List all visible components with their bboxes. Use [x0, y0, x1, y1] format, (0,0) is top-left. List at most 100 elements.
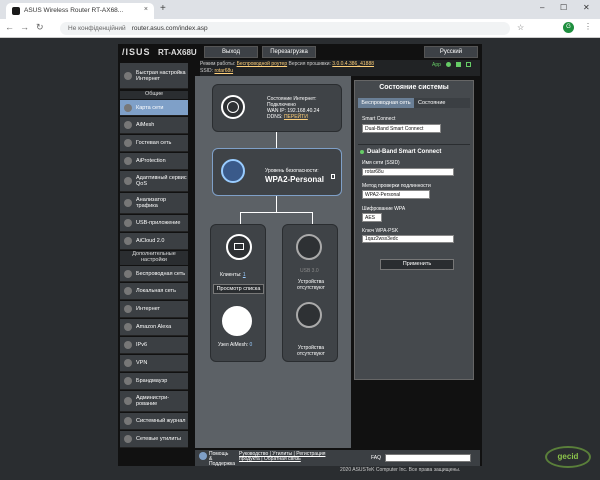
reboot-button[interactable]: Перезагрузка [262, 46, 316, 58]
sidebar-item-icon-5 [124, 199, 132, 207]
sidebar-item-label: Беспроводная сеть [136, 270, 186, 277]
sidebar-item-label: Администри-рование [136, 395, 170, 407]
star-icon[interactable]: ☆ [517, 23, 524, 32]
sidebar-item-icon-0 [124, 103, 132, 112]
close-window-button[interactable]: ✕ [583, 3, 590, 12]
maximize-button[interactable]: ☐ [560, 3, 567, 12]
sidebar-adv-item-3[interactable]: Amazon Alexa [120, 319, 188, 336]
info-bar: Режим работы: Беспроводной роутер Версия… [200, 60, 480, 76]
watermark-logo: gecid [545, 446, 591, 468]
help-support-link[interactable]: Помощь & Поддержка [209, 452, 235, 467]
auth-method-label: Метод проверки подлинности [362, 183, 431, 189]
wpa-encryption-label: Шифрование WPA [362, 206, 406, 212]
band-status-icon [360, 150, 364, 154]
sidebar-adv-item-2[interactable]: Интернет [120, 301, 188, 318]
smart-connect-select[interactable]: Dual-Band Smart Connect [362, 124, 441, 133]
wpa-key-label: Ключ WPA-PSK [362, 228, 399, 234]
sidebar-general-header: Общие [120, 91, 188, 99]
sidebar-item-icon-4 [124, 177, 132, 185]
sidebar-quick-setup[interactable]: Быстрая настройка Интернет [120, 63, 188, 89]
asus-logo: /ISUS [122, 47, 151, 57]
sidebar-item-1[interactable]: AiMesh [120, 117, 188, 134]
divider [358, 144, 470, 145]
security-label: Не конфіденційний [68, 25, 126, 32]
sidebar-adv-item-9[interactable]: Сетевые утилиты [120, 431, 188, 448]
wifi-status-icon[interactable] [446, 62, 451, 67]
logout-button[interactable]: Выход [204, 46, 258, 58]
sidebar-adv-item-4[interactable]: IPv6 [120, 337, 188, 354]
sidebar-item-label: Интернет [136, 306, 160, 312]
info-line-2: SSID: rotar68u [200, 68, 234, 74]
sidebar-adv-item-icon-5 [124, 359, 132, 367]
sidebar-adv-item-7[interactable]: Администри-рование [120, 391, 188, 412]
new-tab-button[interactable]: + [160, 3, 166, 14]
menu-dots-icon[interactable]: ⋮ [584, 22, 592, 31]
usb-icon-2 [296, 302, 322, 328]
system-status-title: Состояние системы [379, 84, 449, 91]
sidebar-item-0[interactable]: Карта сети [120, 100, 188, 116]
back-button[interactable]: ← [5, 22, 14, 32]
reload-button[interactable]: ↻ [36, 22, 44, 33]
sidebar-adv-item-8[interactable]: Системный журнал [120, 413, 188, 430]
sidebar-advanced-header: Дополнительные настройки [120, 251, 188, 265]
app-label[interactable]: App [432, 62, 441, 68]
sidebar-adv-item-1[interactable]: Локальная сеть [120, 283, 188, 300]
sidebar-item-label: VPN [136, 360, 148, 366]
tab-close-icon[interactable]: × [144, 6, 148, 13]
sidebar-item-label: Системный журнал [136, 418, 186, 424]
tab-status[interactable]: Состояние [414, 98, 470, 108]
security-level-value: WPA2-Personal [265, 175, 324, 184]
usb-status-icon[interactable] [456, 62, 461, 67]
sidebar-item-2[interactable]: Гостевая сеть [120, 135, 188, 152]
clients-count-link[interactable]: 1 [243, 272, 246, 278]
ddns-row: DDNS: ПЕРЕЙТИ [267, 114, 308, 120]
network-status-icon[interactable] [466, 62, 471, 67]
sidebar-item-7[interactable]: AiCloud 2.0 [120, 233, 188, 250]
apply-button[interactable]: Применить [380, 259, 454, 270]
user-avatar[interactable]: G [563, 22, 574, 33]
sidebar-adv-item-icon-4 [124, 341, 132, 349]
minimize-button[interactable]: – [540, 3, 544, 12]
ssid-label: Имя сети (SSID) [362, 160, 400, 166]
sidebar-item-6[interactable]: USB-приложение [120, 215, 188, 232]
browser-tab[interactable]: ASUS Wireless Router RT-AX68... × [6, 3, 154, 19]
sidebar-item-label: Amazon Alexa [136, 324, 172, 330]
view-list-button[interactable]: Просмотр списка [213, 284, 264, 294]
mode-link[interactable]: Беспроводной роутер [237, 61, 288, 67]
aimesh-count[interactable]: 0 [250, 342, 253, 348]
sidebar-item-label: USB-приложение [136, 220, 181, 226]
sidebar-item-icon-6 [124, 219, 132, 227]
url-field[interactable]: Не конфіденційний router.asus.com/index.a… [60, 22, 510, 35]
faq-search-input[interactable] [385, 454, 471, 462]
sidebar-adv-item-5[interactable]: VPN [120, 355, 188, 372]
sidebar-item-3[interactable]: AiProtection [120, 153, 188, 170]
sidebar-adv-item-icon-7 [124, 397, 132, 405]
ssid-input[interactable] [362, 168, 454, 176]
forward-button[interactable]: → [20, 22, 29, 32]
sidebar-item-5[interactable]: Анализатор трафика [120, 193, 188, 214]
firmware-link[interactable]: 3.0.0.4.386_41888 [332, 61, 374, 67]
monitor-icon [226, 234, 252, 260]
tab-wireless[interactable]: Беспроводная сеть [358, 98, 414, 108]
usb-empty-1: Устройства отсутствуют [297, 279, 325, 291]
ssid-link[interactable]: rotar68u [214, 68, 233, 74]
wpa-key-input[interactable] [362, 235, 454, 243]
language-select[interactable]: Русский [424, 46, 478, 58]
security-level-label: Уровень безопасности: [265, 168, 319, 174]
sidebar-item-icon-2 [124, 139, 132, 147]
footer-links[interactable]: Руководство | Утилиты | Регистрация прод… [239, 452, 329, 462]
sidebar-item-label: Сетевые утилиты [136, 436, 181, 442]
sidebar-item-4[interactable]: Адаптивный сервис QoS [120, 171, 188, 192]
aimesh-node-row: Узел AiMesh: 0 [218, 342, 253, 348]
sidebar-item-label: IPv6 [136, 342, 148, 348]
sidebar-adv-item-0[interactable]: Беспроводная сеть [120, 266, 188, 282]
auth-method-select[interactable]: WPA2-Personal [362, 190, 430, 199]
ddns-link[interactable]: ПЕРЕЙТИ [284, 114, 308, 120]
wpa-encryption-select[interactable]: AES [362, 213, 382, 222]
info-line-1: Режим работы: Беспроводной роутер Версия… [200, 61, 375, 67]
usb-empty-2: Устройства отсутствуют [297, 345, 325, 357]
sidebar-item-label: Карта сети [136, 104, 164, 111]
sidebar-adv-item-6[interactable]: Брандмауэр [120, 373, 188, 390]
sidebar-adv-item-icon-1 [124, 287, 132, 295]
footer-bar: Помощь & Поддержка Руководство | Утилиты… [195, 450, 480, 467]
